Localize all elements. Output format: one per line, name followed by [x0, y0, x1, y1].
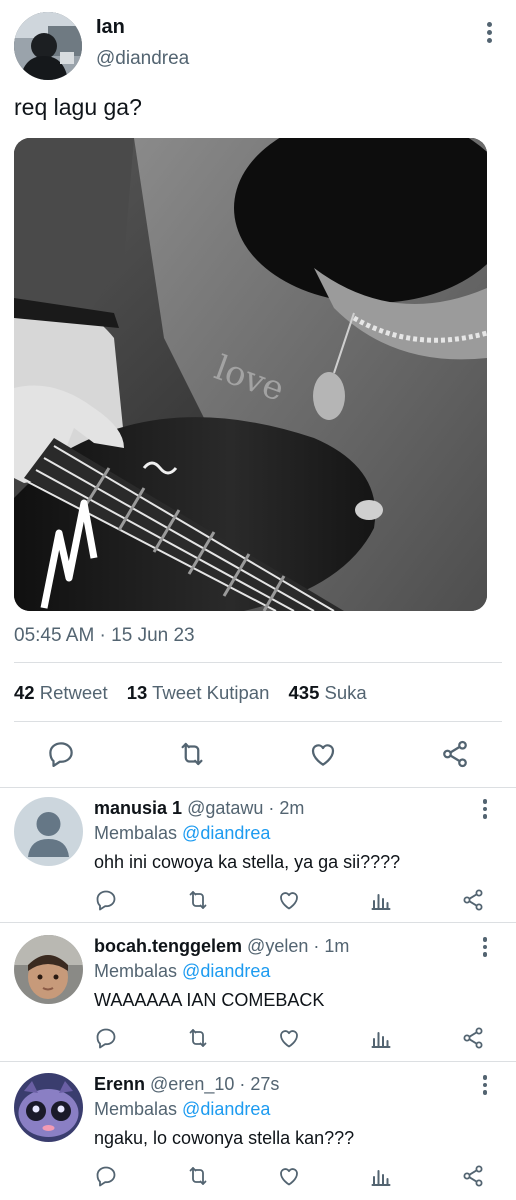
- reply-actions: [0, 888, 516, 916]
- reply-author-handle[interactable]: @eren_10: [150, 1074, 234, 1094]
- reply-icon[interactable]: [46, 739, 76, 769]
- reply-time: · 2m: [268, 798, 305, 818]
- share-icon[interactable]: [440, 739, 470, 769]
- retweet-label[interactable]: Retweet: [40, 682, 108, 703]
- reply-icon[interactable]: [94, 888, 118, 912]
- reply-header: bocah.tenggelem @yelen · 1m: [94, 936, 349, 957]
- author-handle[interactable]: @diandrea: [96, 48, 189, 70]
- reply-author-handle[interactable]: @yelen: [247, 936, 308, 956]
- reply-item[interactable]: manusia 1 @gatawu · 2m Membalas @diandre…: [0, 787, 516, 925]
- more-options-icon[interactable]: [480, 799, 490, 823]
- reply-item[interactable]: bocah.tenggelem @yelen · 1m Membalas @di…: [0, 925, 516, 1063]
- tweet-stats: 42 Retweet 13 Tweet Kutipan 435 Suka: [14, 682, 367, 704]
- like-icon[interactable]: [277, 1164, 301, 1188]
- reply-time: · 27s: [239, 1074, 280, 1094]
- replying-to: Membalas @diandrea: [94, 961, 270, 982]
- tweet-actions: [0, 734, 516, 774]
- reply-author-name[interactable]: bocah.tenggelem: [94, 936, 242, 956]
- reply-header: manusia 1 @gatawu · 2m: [94, 798, 304, 819]
- like-count[interactable]: 435: [289, 682, 320, 703]
- reply-actions: [0, 1164, 516, 1192]
- replying-mention[interactable]: @diandrea: [182, 1099, 270, 1119]
- reply-time: · 1m: [313, 936, 350, 956]
- separator: [0, 1061, 516, 1062]
- reply-author-name[interactable]: Erenn: [94, 1074, 145, 1094]
- analytics-icon[interactable]: [369, 1164, 393, 1188]
- author-name[interactable]: Ian: [96, 16, 125, 39]
- replying-label: Membalas: [94, 823, 178, 843]
- author-avatar[interactable]: [14, 12, 82, 80]
- reply-avatar[interactable]: [14, 797, 83, 866]
- divider: [14, 721, 502, 722]
- replying-to: Membalas @diandrea: [94, 823, 270, 844]
- reply-text: WAAAAAA IAN COMEBACK: [94, 990, 325, 1010]
- tweet-timestamp: 05:45 AM · 15 Jun 23: [14, 625, 195, 646]
- tweet-photo[interactable]: love: [14, 138, 487, 611]
- share-icon[interactable]: [461, 888, 485, 912]
- reply-text: ohh ini cowoya ka stella, ya ga sii????: [94, 852, 401, 872]
- reply-text: ngaku, lo cowonya stella kan???: [94, 1128, 355, 1148]
- reply-item[interactable]: Erenn @eren_10 · 27s Membalas @diandrea …: [0, 1063, 516, 1200]
- more-options-icon[interactable]: [480, 1075, 490, 1099]
- analytics-icon[interactable]: [369, 888, 393, 912]
- quote-count[interactable]: 13: [127, 682, 148, 703]
- reply-icon[interactable]: [94, 1026, 118, 1050]
- reply-avatar[interactable]: [14, 935, 83, 1004]
- replying-to: Membalas @diandrea: [94, 1099, 270, 1120]
- reply-author-name[interactable]: manusia 1: [94, 798, 182, 818]
- replying-label: Membalas: [94, 961, 178, 981]
- retweet-icon[interactable]: [186, 888, 210, 912]
- retweet-icon[interactable]: [186, 1164, 210, 1188]
- like-icon[interactable]: [277, 888, 301, 912]
- analytics-icon[interactable]: [369, 1026, 393, 1050]
- reply-icon[interactable]: [94, 1164, 118, 1188]
- reply-avatar[interactable]: [14, 1073, 83, 1142]
- share-icon[interactable]: [461, 1164, 485, 1188]
- retweet-icon[interactable]: [186, 1026, 210, 1050]
- replying-mention[interactable]: @diandrea: [182, 823, 270, 843]
- replying-label: Membalas: [94, 1099, 178, 1119]
- more-options-icon[interactable]: [484, 22, 494, 46]
- like-label[interactable]: Suka: [325, 682, 367, 703]
- separator: [0, 922, 516, 923]
- reply-author-handle[interactable]: @gatawu: [187, 798, 263, 818]
- retweet-icon[interactable]: [177, 739, 207, 769]
- reply-header: Erenn @eren_10 · 27s: [94, 1074, 279, 1095]
- more-options-icon[interactable]: [480, 937, 490, 961]
- divider: [14, 662, 502, 663]
- like-icon[interactable]: [308, 739, 338, 769]
- replying-mention[interactable]: @diandrea: [182, 961, 270, 981]
- retweet-count[interactable]: 42: [14, 682, 35, 703]
- share-icon[interactable]: [461, 1026, 485, 1050]
- like-icon[interactable]: [277, 1026, 301, 1050]
- tweet-text: req lagu ga?: [14, 94, 142, 120]
- reply-actions: [0, 1026, 516, 1054]
- quote-label[interactable]: Tweet Kutipan: [152, 682, 269, 703]
